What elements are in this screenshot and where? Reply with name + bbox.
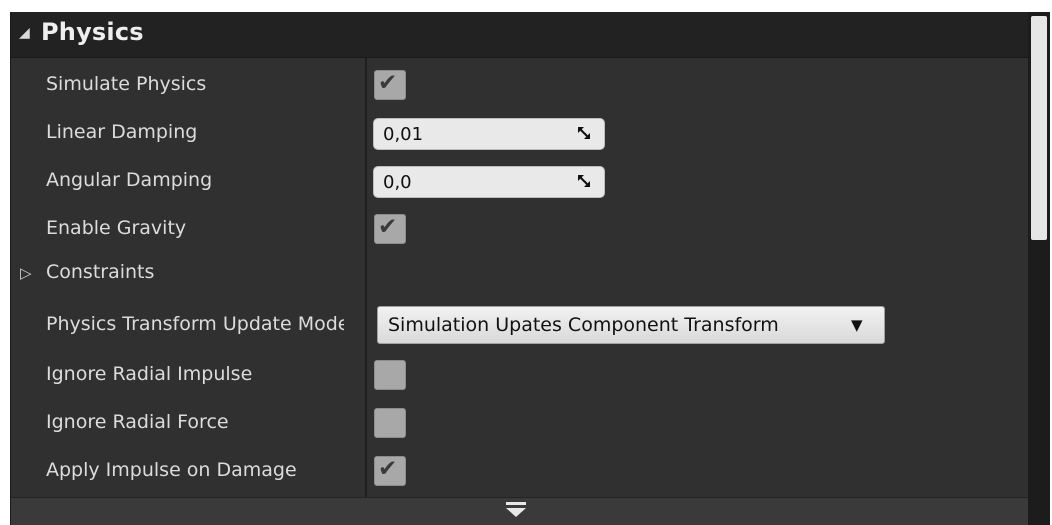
checkmark-icon: ✔ (378, 456, 398, 482)
row-constraints[interactable]: ▷ Constraints (11, 258, 1029, 294)
simulate-physics-label: Simulate Physics (46, 73, 207, 95)
checkmark-icon: ✔ (378, 214, 398, 240)
ignore-radial-impulse-label: Ignore Radial Impulse (46, 363, 253, 385)
enable-gravity-checkbox[interactable]: ✔ (374, 214, 406, 244)
linear-damping-input[interactable]: 0,01 (373, 118, 605, 150)
row-apply-impulse-on-damage: Apply Impulse on Damage ✔ (11, 454, 1029, 494)
advanced-expander-bar[interactable] (11, 497, 1050, 525)
row-simulate-physics: Simulate Physics ✔ (11, 68, 1029, 108)
drag-resize-icon[interactable] (578, 175, 590, 187)
linear-damping-label: Linear Damping (46, 121, 198, 143)
row-linear-damping: Linear Damping 0,01 (11, 116, 1029, 156)
expand-advanced-icon[interactable] (504, 501, 528, 519)
details-panel: ◢ Physics Simulate Physics ✔ Linear Damp… (10, 12, 1050, 525)
apply-impulse-checkbox[interactable]: ✔ (374, 456, 406, 486)
collapse-triangle-icon[interactable]: ◢ (19, 25, 30, 41)
apply-impulse-label: Apply Impulse on Damage (46, 459, 297, 481)
ignore-radial-impulse-checkbox[interactable] (374, 360, 406, 390)
angular-damping-value: 0,0 (383, 172, 412, 193)
row-angular-damping: Angular Damping 0,0 (11, 164, 1029, 204)
ignore-radial-force-label: Ignore Radial Force (46, 411, 229, 433)
physics-transform-value: Simulation Upates Component Transform (388, 314, 779, 336)
enable-gravity-label: Enable Gravity (46, 217, 187, 239)
section-title: Physics (41, 18, 144, 46)
expand-triangle-icon[interactable]: ▷ (20, 264, 32, 282)
constraints-label: Constraints (46, 261, 155, 283)
vertical-scrollbar[interactable] (1028, 12, 1050, 525)
row-physics-transform-update-mode: Physics Transform Update Mode Simulation… (11, 304, 1029, 348)
scrollbar-thumb[interactable] (1031, 16, 1047, 240)
row-enable-gravity: Enable Gravity ✔ (11, 212, 1029, 252)
simulate-physics-checkbox[interactable]: ✔ (374, 70, 406, 100)
checkmark-icon: ✔ (378, 70, 398, 96)
row-ignore-radial-force: Ignore Radial Force (11, 406, 1029, 446)
physics-transform-dropdown[interactable]: Simulation Upates Component Transform ▼ (377, 306, 885, 344)
ignore-radial-force-checkbox[interactable] (374, 408, 406, 438)
angular-damping-input[interactable]: 0,0 (373, 166, 605, 198)
section-header-physics[interactable]: ◢ Physics (11, 12, 1050, 58)
angular-damping-label: Angular Damping (46, 169, 213, 191)
chevron-down-icon: ▼ (851, 316, 863, 334)
physics-transform-label: Physics Transform Update Mode (46, 313, 344, 335)
linear-damping-value: 0,01 (383, 124, 424, 145)
row-ignore-radial-impulse: Ignore Radial Impulse (11, 358, 1029, 398)
drag-resize-icon[interactable] (578, 127, 590, 139)
